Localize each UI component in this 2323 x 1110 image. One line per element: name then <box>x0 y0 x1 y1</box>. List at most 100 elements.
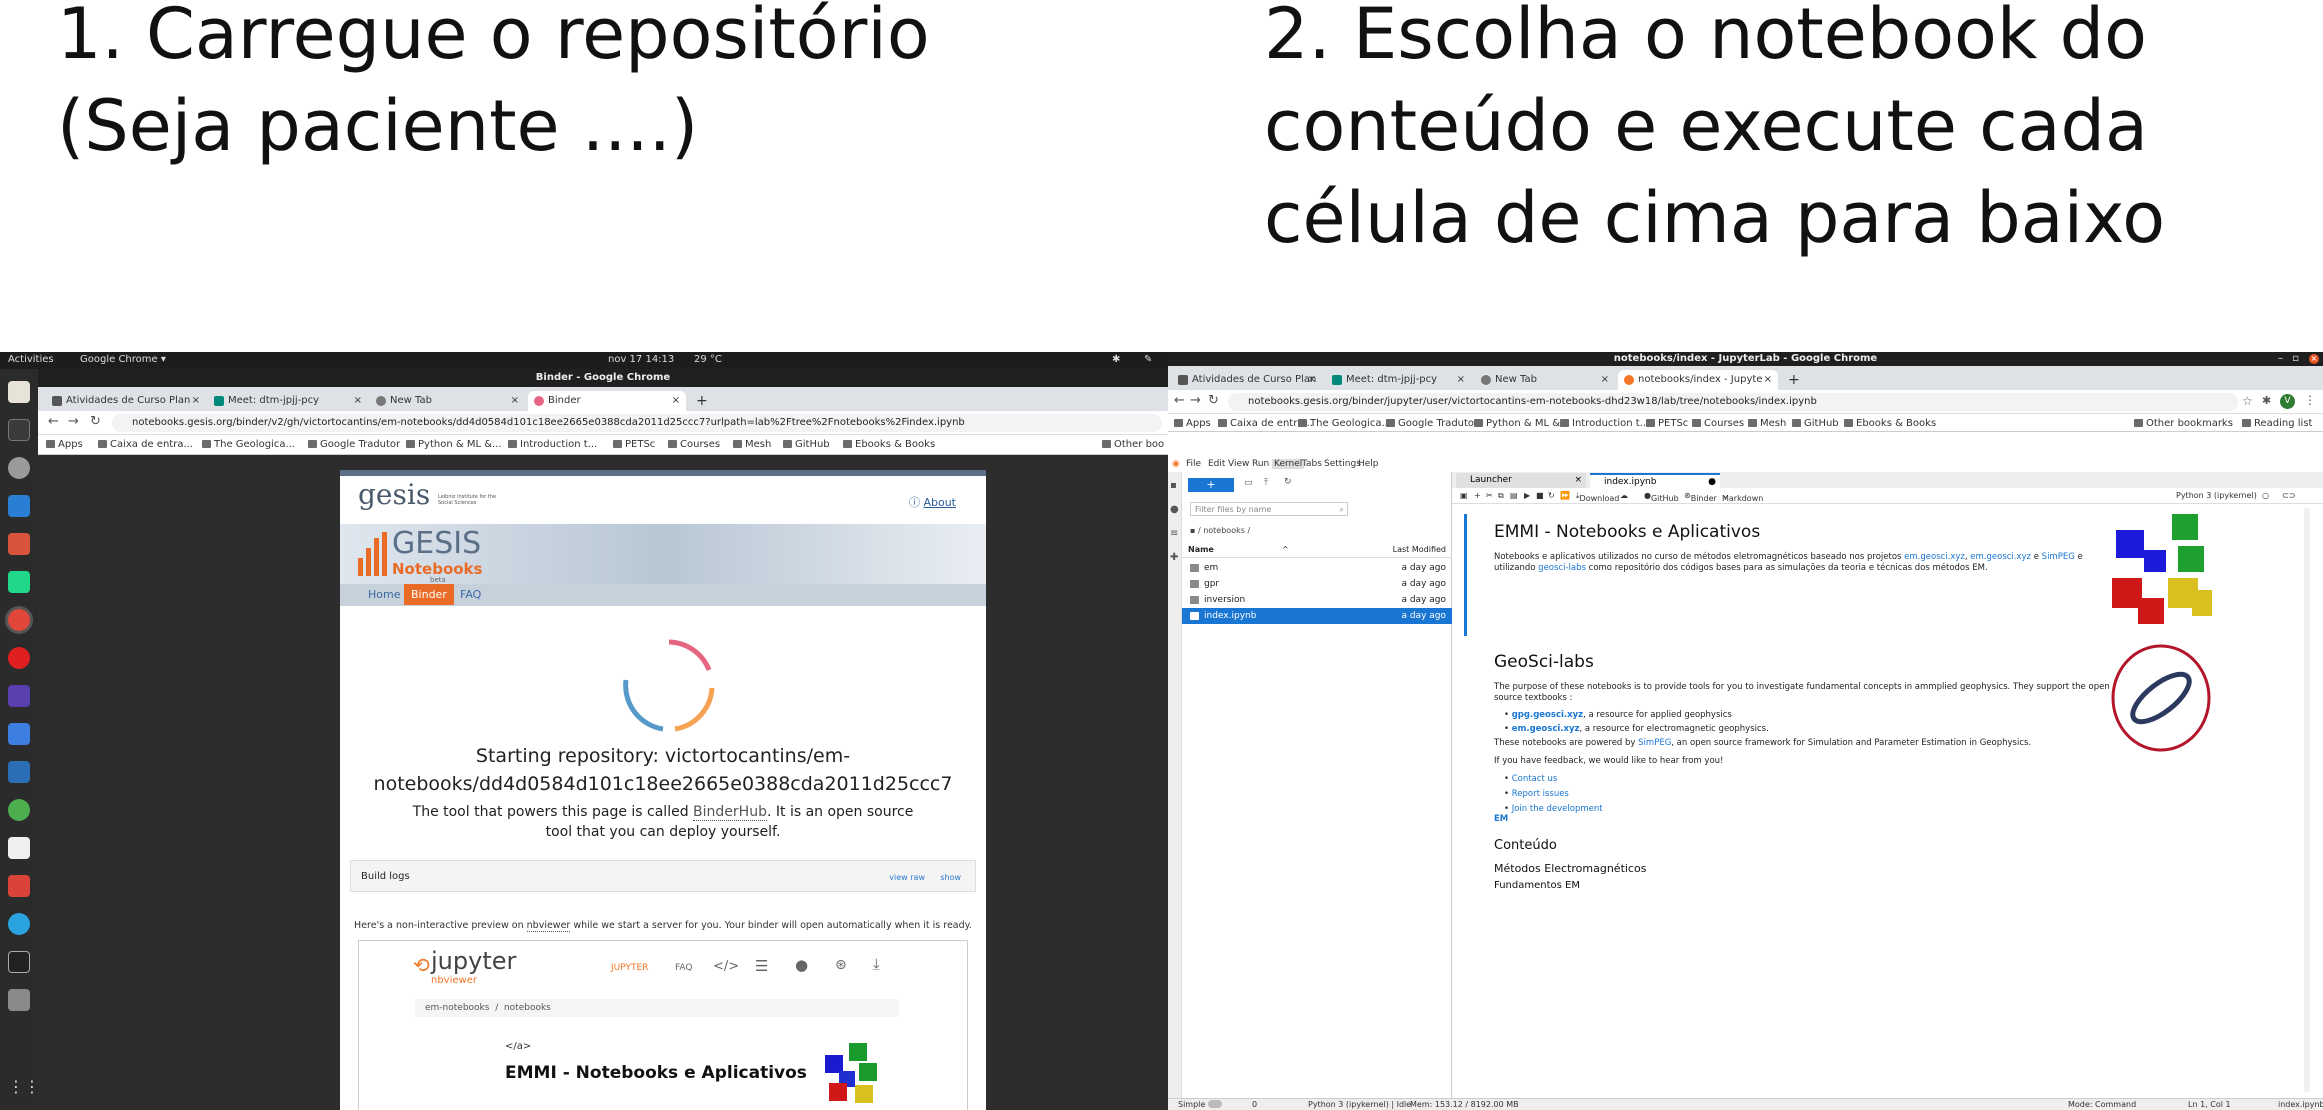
save-icon[interactable]: ▣ <box>1460 491 1468 500</box>
link[interactable]: geosci-labs <box>1538 563 1586 573</box>
link[interactable]: gpg.geosci.xyz <box>1512 710 1583 720</box>
col-name[interactable]: Name <box>1188 542 1214 558</box>
file-row[interactable]: inversion a day ago <box>1182 592 1452 608</box>
extensions-icon[interactable]: ✱ <box>2262 394 2271 407</box>
report-link[interactable]: Report issues <box>1512 789 1569 799</box>
minimize-icon[interactable]: – <box>2278 352 2283 366</box>
link[interactable]: SimPEG <box>2042 552 2075 562</box>
close-tab-icon[interactable]: × <box>672 391 680 411</box>
view-raw-link[interactable]: view raw <box>889 873 925 882</box>
system-tray-icon[interactable]: ✱ <box>1112 354 1120 365</box>
bookmark-introduction[interactable]: Introduction t... <box>508 439 597 450</box>
clock[interactable]: nov 17 14:13 <box>608 354 674 365</box>
bookmark-petsc[interactable]: PETSc <box>1646 418 1688 429</box>
bookmark-github[interactable]: GitHub <box>783 439 830 450</box>
tab-atividades[interactable]: Atividades de Curso Plan × <box>1172 370 1322 390</box>
link[interactable]: em.geosci.xyz <box>1970 552 2031 562</box>
bookmark-ebooks[interactable]: Ebooks & Books <box>843 439 935 450</box>
tab-index[interactable]: index.ipynb ● <box>1590 473 1720 488</box>
refresh-icon[interactable]: ↻ <box>1284 477 1292 487</box>
close-tab-icon[interactable]: × <box>192 391 200 411</box>
bookmark-ebooks[interactable]: Ebooks & Books <box>1844 418 1936 429</box>
inkscape-icon[interactable] <box>8 951 30 973</box>
nbviewer-nav-jupyter[interactable]: JUPYTER <box>611 963 648 973</box>
close-tab-icon[interactable]: × <box>354 391 362 411</box>
menu-icon[interactable]: ⋮ <box>2304 393 2316 407</box>
upload-icon[interactable]: ⤒ <box>1264 478 1268 488</box>
terminal-count[interactable]: 0 <box>1252 1100 1257 1109</box>
bookmark-introduction[interactable]: Introduction t... <box>1560 418 1649 429</box>
code-icon[interactable]: </> <box>713 959 739 974</box>
back-icon[interactable]: ← <box>48 414 59 429</box>
tab-meet[interactable]: Meet: dtm-jpjj-pcy × <box>208 391 368 411</box>
scrollbar[interactable] <box>2304 508 2310 1092</box>
trash-icon[interactable] <box>8 989 30 1011</box>
filter-input[interactable]: Filter files by name ⌕ <box>1190 502 1348 516</box>
bookmark-geological[interactable]: The Geologica... <box>1298 418 1391 429</box>
cloud-icon[interactable]: ☁ <box>1620 491 1628 500</box>
github-icon[interactable]: ● <box>795 956 808 974</box>
telegram-icon[interactable] <box>8 913 30 935</box>
app-menu[interactable]: Google Chrome ▾ <box>80 354 166 365</box>
bookmark-other[interactable]: Other bookmarks <box>2134 418 2233 429</box>
extensions-icon[interactable]: ✚ <box>1170 552 1178 563</box>
running-icon[interactable]: ● <box>1170 504 1179 515</box>
link[interactable]: SimPEG <box>1638 738 1671 748</box>
bookmark-reading-list[interactable]: Reading list <box>2242 418 2312 429</box>
star-icon[interactable]: ☆ <box>2242 394 2253 408</box>
menu-help[interactable]: Help <box>1358 459 1379 469</box>
chrome-icon[interactable] <box>8 609 30 631</box>
tab-binder[interactable]: Binder × <box>528 391 686 411</box>
back-icon[interactable]: ← <box>1174 393 1185 408</box>
nbviewer-link[interactable]: nbviewer <box>526 920 571 932</box>
address-bar[interactable]: notebooks.gesis.org/binder/jupyter/user/… <box>1228 393 2238 411</box>
file-row[interactable]: em a day ago <box>1182 560 1452 576</box>
editor-icon[interactable] <box>8 533 30 555</box>
em-anchor[interactable]: EM <box>1494 814 1508 824</box>
download-button[interactable]: ⤓ Download <box>1576 491 1619 503</box>
new-tab-button[interactable]: + <box>1782 370 1802 390</box>
join-link[interactable]: Join the development <box>1512 804 1603 814</box>
bookmark-other[interactable]: Other boo <box>1102 439 1164 450</box>
app-grid-icon[interactable]: ⋮⋮ <box>8 1077 40 1099</box>
menu-tabs[interactable]: Tabs <box>1302 459 1322 469</box>
col-modified[interactable]: Last Modified <box>1393 542 1446 558</box>
terminal-icon[interactable] <box>8 419 30 441</box>
bookmark-apps[interactable]: Apps <box>46 439 83 450</box>
game-icon[interactable] <box>8 685 30 707</box>
download-icon[interactable]: ⤓ <box>873 955 880 973</box>
menu-settings[interactable]: Settings <box>1324 459 1361 469</box>
vm-icon[interactable] <box>8 761 30 783</box>
forward-icon[interactable]: → <box>1190 393 1201 408</box>
bookmark-mesh[interactable]: Mesh <box>1748 418 1786 429</box>
copy-icon[interactable]: ⧉ <box>1498 491 1504 501</box>
profile-avatar[interactable]: V <box>2280 394 2295 409</box>
bookmark-github[interactable]: GitHub <box>1792 418 1839 429</box>
forward-icon[interactable]: → <box>68 414 79 429</box>
sort-icon[interactable]: ^ <box>1282 542 1289 558</box>
nav-faq[interactable]: FAQ <box>460 588 481 601</box>
paste-icon[interactable]: ▤ <box>1510 491 1518 500</box>
bookmark-tradutor[interactable]: Google Tradutor <box>308 439 400 450</box>
bookmark-tradutor[interactable]: Google Tradutor <box>1386 418 1478 429</box>
nav-home[interactable]: Home <box>368 588 400 601</box>
kernel-status[interactable]: Python 3 (ipykernel) | Idle <box>1308 1100 1411 1109</box>
files-icon[interactable] <box>8 381 30 403</box>
pycharm-icon[interactable] <box>8 571 30 593</box>
bookmark-apps[interactable]: Apps <box>1174 418 1211 429</box>
nbviewer-nav-faq[interactable]: FAQ <box>675 963 692 973</box>
fast-forward-icon[interactable]: ⏩ <box>1560 491 1570 500</box>
tab-launcher[interactable]: Launcher × <box>1456 473 1586 488</box>
close-window-icon[interactable]: × <box>2309 354 2319 364</box>
nav-binder[interactable]: Binder <box>404 584 454 605</box>
close-tab-icon[interactable]: × <box>1308 370 1316 390</box>
tab-meet[interactable]: Meet: dtm-jpjj-pcy × <box>1326 370 1471 390</box>
github-button[interactable]: ● GitHub <box>1644 491 1679 503</box>
address-bar[interactable]: notebooks.gesis.org/binder/v2/gh/victort… <box>112 414 1162 432</box>
close-tab-icon[interactable]: × <box>1457 370 1465 390</box>
binderhub-link[interactable]: BinderHub <box>693 804 767 821</box>
binder-button[interactable]: ⊛ Binder <box>1684 491 1717 503</box>
new-launcher-button[interactable]: + <box>1188 478 1234 492</box>
close-tab-icon[interactable]: × <box>511 391 519 411</box>
add-cell-icon[interactable]: + <box>1474 491 1481 500</box>
